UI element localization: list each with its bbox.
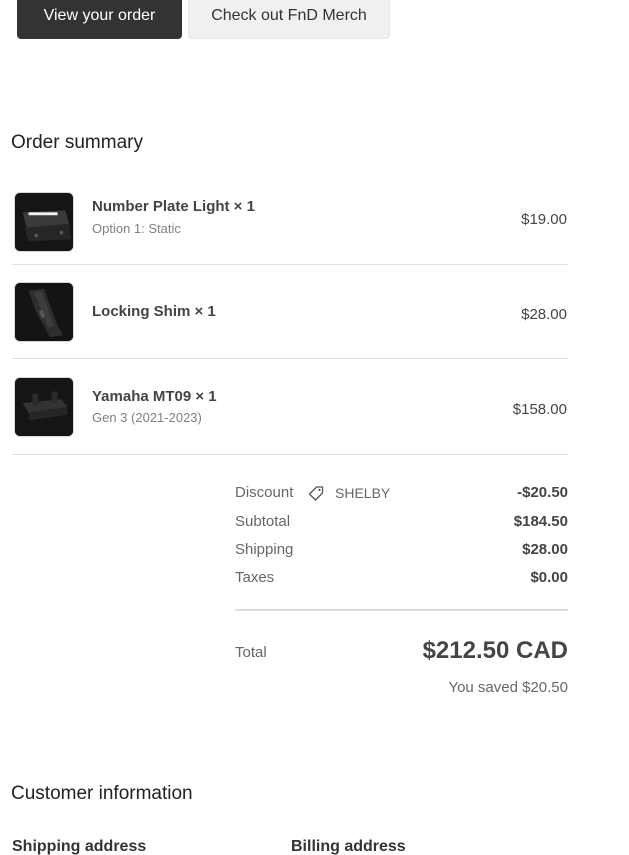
- item-title: Yamaha MT09 × 1: [92, 388, 217, 405]
- item-price: $158.00: [512, 401, 567, 418]
- tag-icon: [307, 485, 325, 503]
- item-price: $28.00: [521, 306, 567, 323]
- discount-value: -$20.50: [517, 484, 568, 501]
- shipping-value: $28.00: [522, 541, 568, 558]
- order-summary-heading: Order summary: [11, 132, 143, 153]
- subtotal-value: $184.50: [513, 513, 568, 530]
- discount-row: Discount SHELBY -$20.50: [235, 484, 568, 506]
- taxes-row: Taxes $0.00: [235, 569, 568, 591]
- taxes-value: $0.00: [530, 569, 568, 586]
- item-price: $19.00: [521, 211, 567, 228]
- customer-info-heading: Customer information: [11, 783, 193, 804]
- item-variant: Option 1: Static: [92, 221, 181, 236]
- savings-note: You saved $20.50: [448, 679, 568, 696]
- line-item: Yamaha MT09 × 1 Gen 3 (2021-2023) $158.0…: [12, 360, 568, 455]
- summary-divider: [235, 609, 568, 611]
- total-label: Total: [235, 644, 267, 661]
- discount-code: SHELBY: [335, 485, 391, 501]
- billing-address-label: Billing address: [291, 838, 406, 855]
- shipping-label: Shipping: [235, 541, 294, 558]
- subtotal-row: Subtotal $184.50: [235, 513, 568, 535]
- item-title: Locking Shim × 1: [92, 303, 216, 320]
- discount-label: Discount: [235, 484, 294, 501]
- item-title: Number Plate Light × 1: [92, 198, 255, 215]
- item-variant: Gen 3 (2021-2023): [92, 410, 202, 425]
- shipping-address-label: Shipping address: [12, 838, 147, 855]
- subtotal-label: Subtotal: [235, 513, 291, 530]
- total-value: $212.50 CAD: [422, 637, 568, 664]
- line-item: Locking Shim × 1 $28.00: [12, 265, 568, 359]
- locking-shim-image: [14, 282, 74, 342]
- merch-button[interactable]: Check out FnD Merch: [188, 0, 390, 39]
- line-item: Number Plate Light × 1 Option 1: Static …: [12, 171, 568, 265]
- shipping-row: Shipping $28.00: [235, 541, 568, 563]
- number-plate-light-image: [14, 192, 74, 252]
- yamaha-mount-image: [14, 377, 74, 437]
- view-order-button[interactable]: View your order: [17, 0, 182, 39]
- taxes-label: Taxes: [235, 569, 275, 586]
